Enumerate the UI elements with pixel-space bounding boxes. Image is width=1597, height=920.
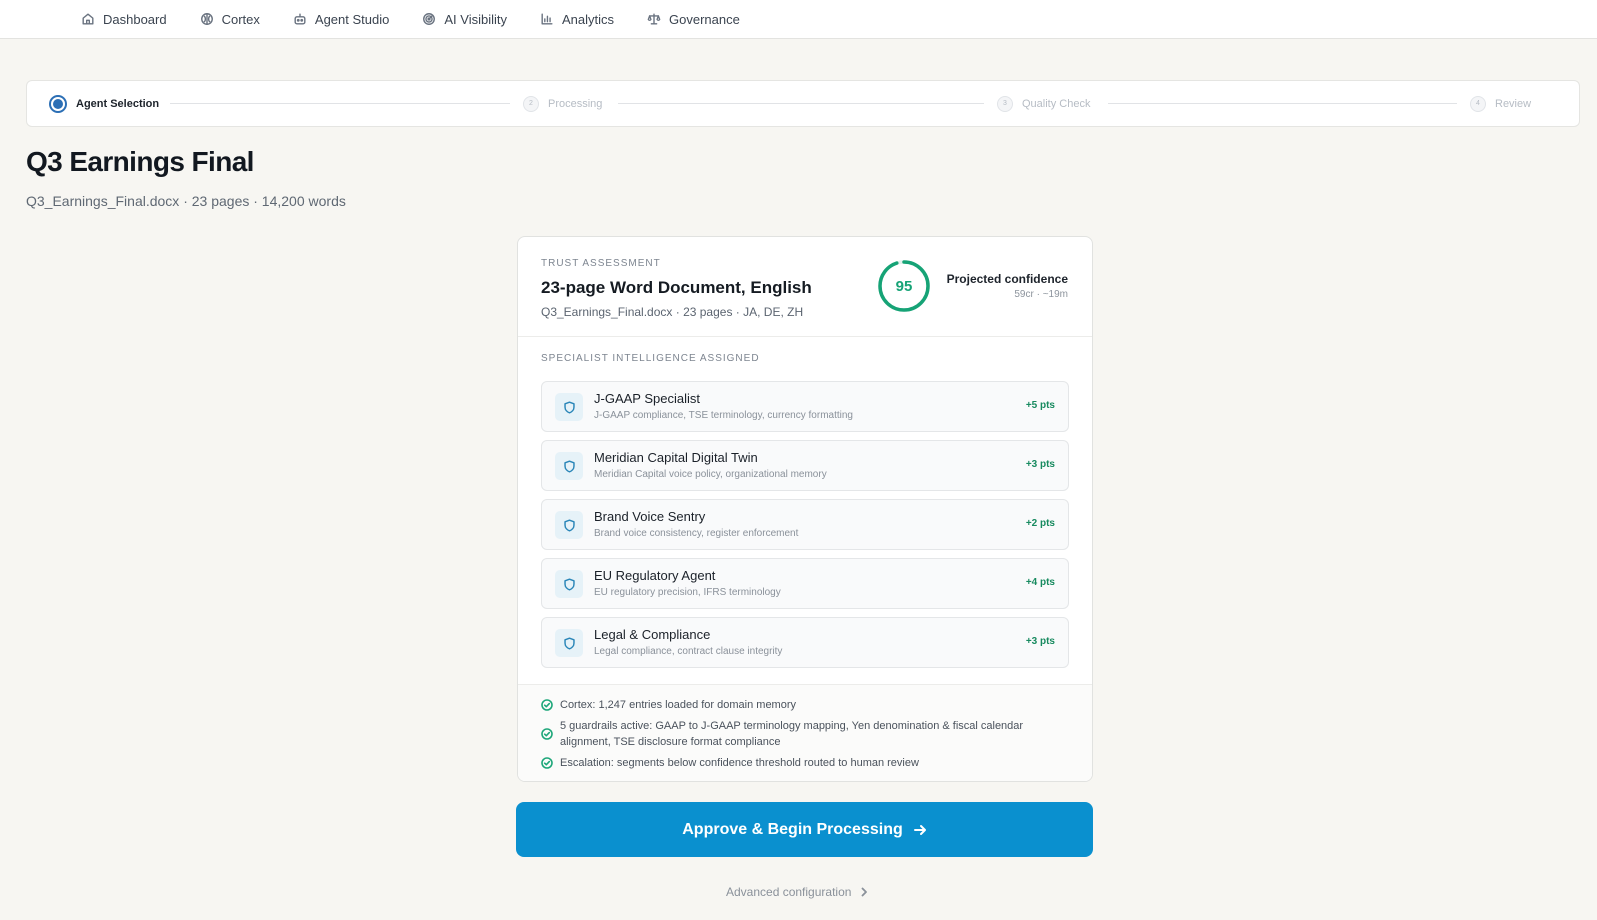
specialist-desc: Legal compliance, contract clause integr…	[594, 646, 783, 657]
specialist-item[interactable]: Legal & Compliance Legal compliance, con…	[541, 617, 1069, 668]
step-processing[interactable]: 2 Processing	[523, 81, 602, 126]
advanced-configuration-label: Advanced configuration	[726, 885, 852, 899]
nav-item-label: Cortex	[221, 11, 260, 27]
check-item: 5 guardrails active: GAAP to J-GAAP term…	[541, 718, 1069, 750]
check-circle-icon	[541, 728, 553, 740]
nav-item-dashboard[interactable]: Dashboard	[81, 12, 167, 27]
bot-icon	[294, 13, 306, 25]
step-number: 3	[997, 95, 1013, 112]
specialist-points: +4 pts	[1025, 577, 1055, 588]
step-connector	[170, 103, 510, 104]
trust-assessment-card: TRUST ASSESSMENT 23-page Word Document, …	[517, 236, 1093, 782]
check-text: Cortex: 1,247 entries loaded for domain …	[560, 699, 797, 711]
specialists-eyebrow: SPECIALIST INTELLIGENCE ASSIGNED	[541, 353, 760, 364]
specialist-list: J-GAAP Specialist J-GAAP compliance, TSE…	[541, 381, 1069, 676]
nav-item-label: Analytics	[561, 11, 615, 27]
step-agent-selection[interactable]: Agent Selection	[49, 81, 159, 126]
nav-item-label: Governance	[669, 11, 740, 27]
shield-icon	[555, 570, 583, 598]
specialist-points: +2 pts	[1025, 518, 1055, 529]
progress-stepper: Agent Selection 2 Processing 3 Quality C…	[26, 80, 1580, 127]
assessment-title: 23-page Word Document, English	[541, 278, 812, 297]
specialist-name: J-GAAP Specialist	[594, 391, 700, 406]
shield-icon	[555, 629, 583, 657]
check-text: Escalation: segments below confidence th…	[560, 757, 919, 769]
specialist-points: +3 pts	[1025, 636, 1055, 647]
nav-item-cortex[interactable]: Cortex	[200, 12, 260, 27]
specialist-name: Meridian Capital Digital Twin	[594, 450, 758, 465]
specialist-desc: EU regulatory precision, IFRS terminolog…	[594, 587, 781, 598]
check-item: Cortex: 1,247 entries loaded for domain …	[541, 697, 796, 713]
approve-button-label: Approve & Begin Processing	[682, 820, 903, 838]
assessment-checks: Cortex: 1,247 entries loaded for domain …	[518, 684, 1092, 781]
assessment-subtitle: Q3_Earnings_Final.docx · 23 pages · JA, …	[541, 305, 804, 319]
chevron-right-icon	[862, 887, 868, 897]
nav-item-governance[interactable]: Governance	[647, 12, 740, 27]
specialist-points: +5 pts	[1025, 400, 1055, 411]
specialist-item[interactable]: J-GAAP Specialist J-GAAP compliance, TSE…	[541, 381, 1069, 432]
specialist-item[interactable]: Brand Voice Sentry Brand voice consisten…	[541, 499, 1069, 550]
specialist-name: EU Regulatory Agent	[594, 568, 716, 583]
step-active-indicator	[49, 94, 67, 113]
step-label: Processing	[548, 97, 603, 110]
approve-button[interactable]: Approve & Begin Processing	[516, 802, 1093, 857]
specialist-desc: Brand voice consistency, register enforc…	[594, 528, 799, 539]
step-label: Agent Selection	[76, 97, 160, 110]
top-nav: Dashboard Cortex Agent Studio AI Visibil…	[0, 0, 1597, 39]
shield-icon	[555, 511, 583, 539]
assessment-eyebrow: TRUST ASSESSMENT	[541, 258, 661, 269]
nav-item-analytics[interactable]: Analytics	[540, 12, 614, 27]
brain-icon	[200, 13, 213, 25]
nav-item-ai-visibility[interactable]: AI Visibility	[422, 12, 507, 27]
card-header: TRUST ASSESSMENT 23-page Word Document, …	[518, 237, 1092, 337]
specialist-desc: Meridian Capital voice policy, organizat…	[594, 469, 827, 480]
step-connector	[618, 103, 984, 104]
nav-item-label: AI Visibility	[444, 11, 507, 27]
check-circle-icon	[541, 699, 553, 711]
step-quality-check[interactable]: 3 Quality Check	[997, 81, 1090, 126]
specialist-item[interactable]: EU Regulatory Agent EU regulatory precis…	[541, 558, 1069, 609]
specialist-item[interactable]: Meridian Capital Digital Twin Meridian C…	[541, 440, 1069, 491]
check-item: Escalation: segments below confidence th…	[541, 755, 919, 771]
nav-item-label: Agent Studio	[314, 11, 390, 27]
nav-item-agent-studio[interactable]: Agent Studio	[293, 12, 389, 27]
shield-icon	[555, 393, 583, 421]
step-connector	[1108, 103, 1457, 104]
specialist-points: +3 pts	[1025, 459, 1055, 470]
arrow-right-icon	[913, 824, 926, 835]
advanced-configuration-link[interactable]: Advanced configuration	[726, 885, 869, 899]
home-icon	[82, 13, 94, 25]
scales-icon	[647, 13, 661, 25]
confidence-score: 95	[895, 277, 913, 295]
specialist-name: Legal & Compliance	[594, 627, 711, 642]
step-review[interactable]: 4 Review	[1470, 81, 1531, 126]
confidence-label: Projected confidence	[946, 272, 1068, 286]
page-subtitle: Q3_Earnings_Final.docx · 23 pages · 14,2…	[26, 193, 346, 209]
check-text: 5 guardrails active: GAAP to J-GAAP term…	[560, 720, 1024, 748]
radar-icon	[423, 13, 436, 25]
step-number: 4	[1470, 95, 1486, 112]
specialist-name: Brand Voice Sentry	[594, 509, 706, 524]
check-circle-icon	[541, 757, 553, 769]
shield-icon	[555, 452, 583, 480]
step-label: Quality Check	[1022, 97, 1091, 110]
confidence-meta: 59cr · ~19m	[1014, 289, 1068, 300]
specialist-desc: J-GAAP compliance, TSE terminology, curr…	[594, 410, 853, 421]
step-number: 2	[523, 95, 539, 112]
nav-item-label: Dashboard	[103, 11, 167, 27]
bar-chart-icon	[541, 13, 553, 25]
page-title: Q3 Earnings Final	[26, 146, 254, 177]
step-label: Review	[1495, 97, 1532, 110]
